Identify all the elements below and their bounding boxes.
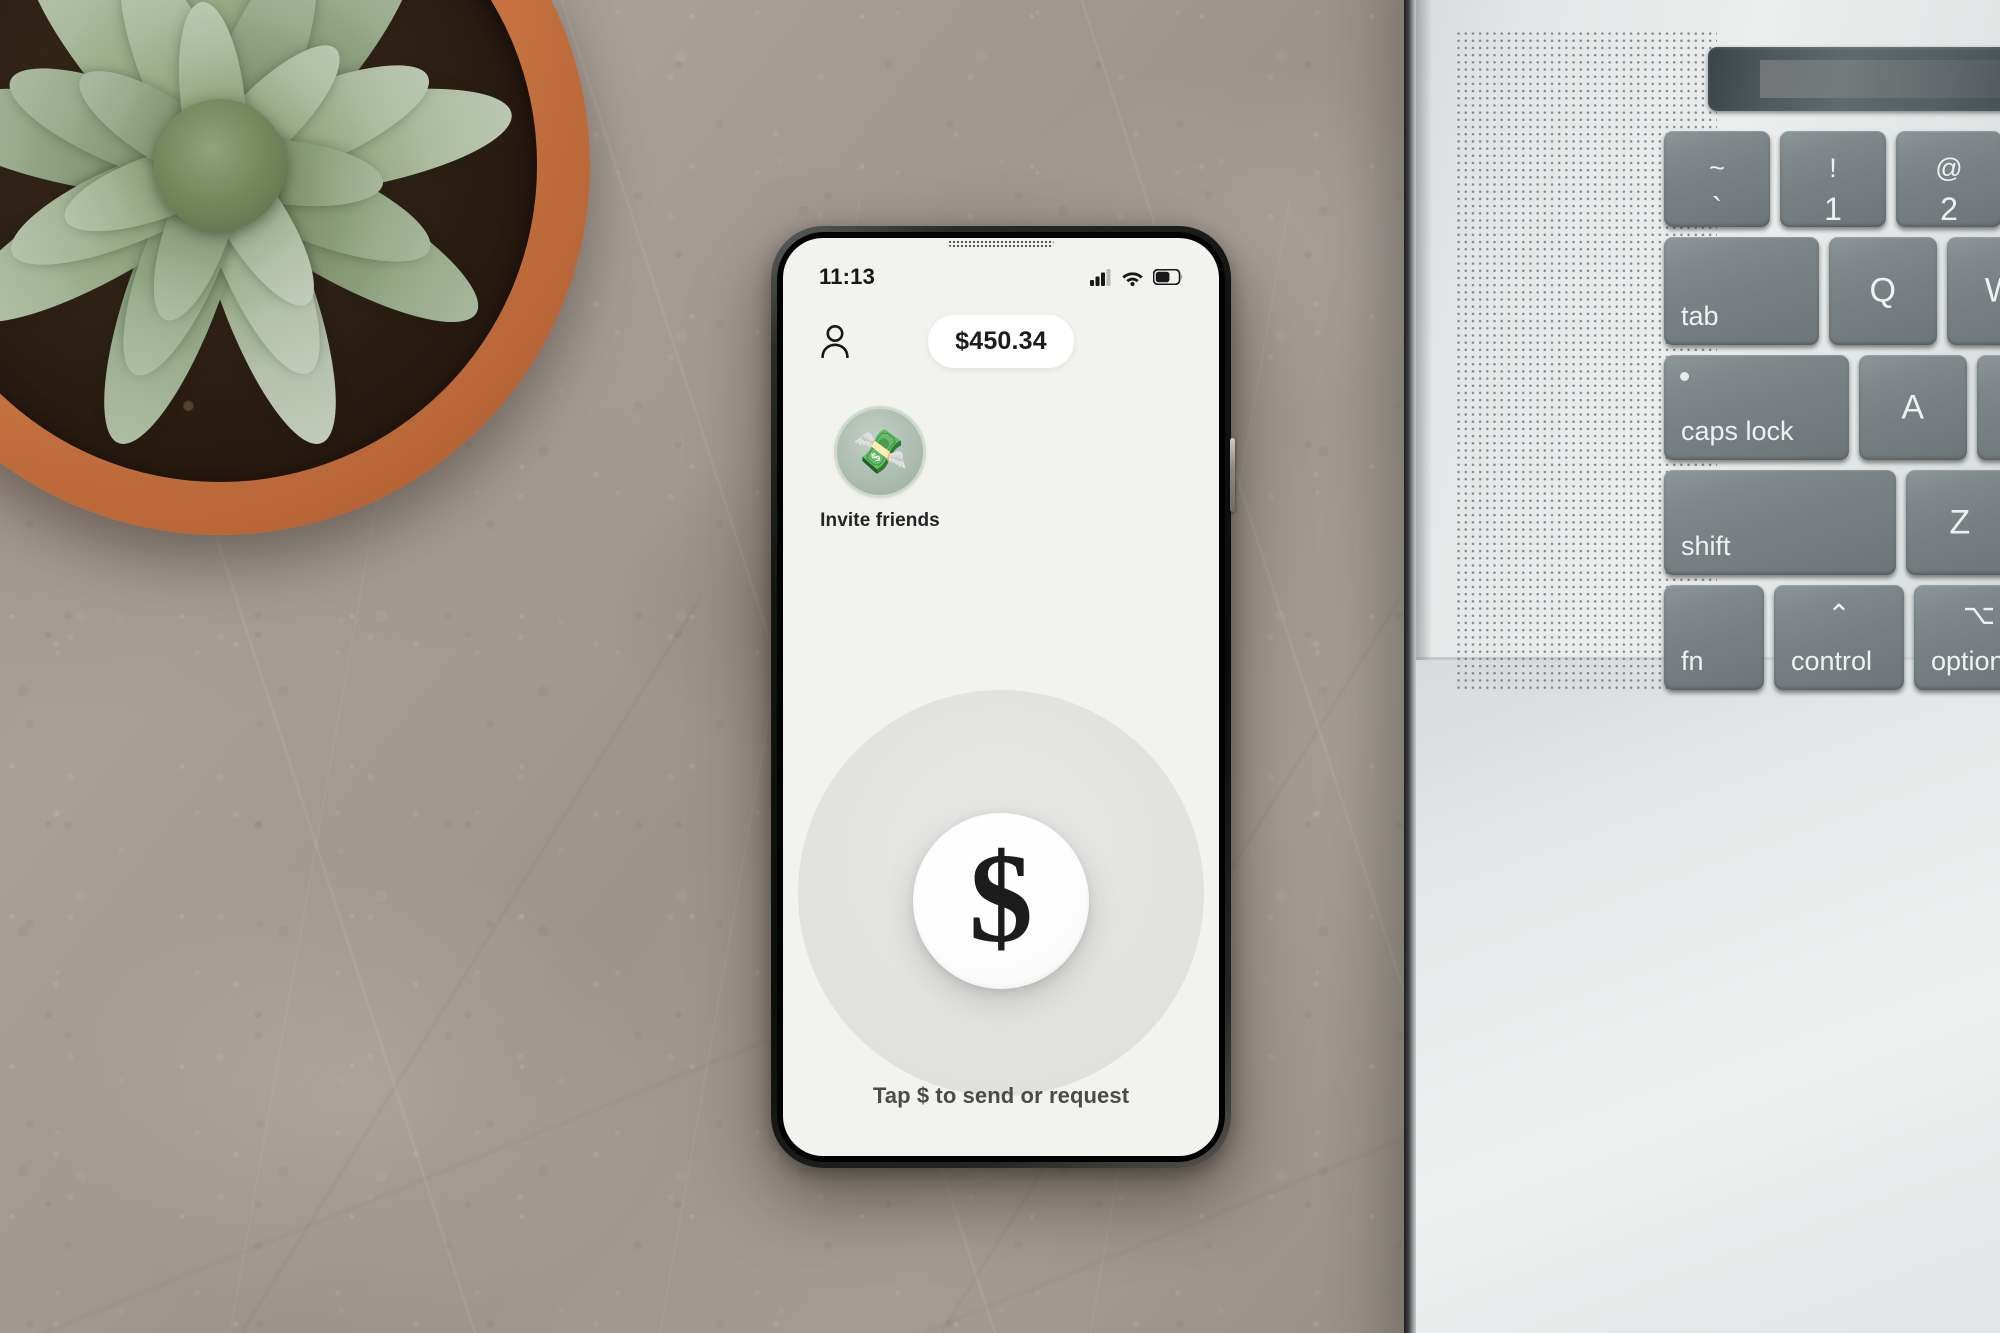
caps-lock-key-legend: caps lock [1681, 416, 1794, 446]
s-key[interactable]: S [1977, 355, 2000, 460]
tab-key-legend: tab [1681, 301, 1719, 331]
dollar-sign-glyph: $ [969, 827, 1033, 970]
caps-lock-indicator [1680, 372, 1689, 381]
option-key-legend: option [1931, 646, 2000, 676]
shift-key[interactable]: shift [1664, 470, 1896, 575]
laptop-deck-lower [1416, 660, 2000, 1333]
q-key[interactable]: Q [1829, 237, 1937, 345]
status-bar: 11:13 [783, 260, 1219, 294]
person-icon[interactable] [819, 324, 851, 358]
action-hint-text: Tap $ to send or request [872, 1083, 1130, 1108]
ripple-circle: $ [798, 690, 1204, 1096]
option-key[interactable]: ⌥ option [1914, 585, 2000, 690]
fn-key-legend: fn [1681, 646, 1704, 676]
invite-friends-label: Invite friends [820, 510, 940, 531]
option-key-legend: ⌥ [1962, 598, 1996, 630]
earpiece-speaker [948, 240, 1054, 247]
succulent-plant [0, 0, 590, 535]
cellular-signal-icon [1090, 268, 1111, 286]
q-key-legend: Q [1869, 271, 1897, 310]
two-key-legend: 2 [1940, 190, 1958, 227]
shift-key-legend: shift [1681, 531, 1731, 561]
a-key-legend: A [1901, 388, 1925, 426]
status-icons-group [1090, 268, 1183, 286]
status-time: 11:13 [819, 264, 876, 289]
one-key-legend: 1 [1824, 190, 1842, 227]
z-key-legend: Z [1949, 503, 1971, 541]
two-key[interactable]: @2 [1896, 131, 2000, 227]
phone-screen: 11:13 $450.34 💸 Invite friends $ Tap $ t… [783, 238, 1219, 1156]
w-key[interactable]: W [1947, 237, 2000, 345]
power-button[interactable] [1230, 438, 1235, 512]
z-key[interactable]: Z [1906, 470, 2000, 575]
battery-icon [1153, 269, 1183, 285]
wifi-icon [1122, 271, 1143, 286]
succulent-center-rosette [154, 99, 286, 231]
invite-emoji: 💸 [850, 424, 910, 479]
tilde-key-legend: ` [1711, 190, 1723, 227]
balance-pill[interactable]: $450.34 [928, 314, 1074, 368]
tilde-key[interactable]: ~ ` [1664, 131, 1770, 227]
smartphone: 11:13 $450.34 💸 Invite friends $ Tap $ t… [771, 226, 1235, 1168]
control-key-legend: ⌃ [1827, 598, 1851, 630]
laptop-edge [1404, 0, 1416, 1333]
tilde-key-legend: ~ [1709, 153, 1725, 184]
one-key[interactable]: ! 1 [1780, 131, 1886, 227]
dollar-button[interactable]: $ [913, 813, 1089, 990]
control-key[interactable]: ⌃ control [1774, 585, 1904, 690]
invite-friends-button[interactable]: 💸 Invite friends [817, 406, 943, 532]
fn-key[interactable]: fn [1664, 585, 1764, 690]
two-key-legend: @ [1935, 153, 1963, 184]
control-key-legend: control [1791, 646, 1873, 676]
tab-key[interactable]: tab [1664, 237, 1819, 345]
app-header: $450.34 [783, 312, 1219, 370]
caps-lock-key[interactable]: caps lock [1664, 355, 1849, 460]
money-with-wings-icon: 💸 [834, 406, 926, 498]
a-key[interactable]: A [1859, 355, 1967, 460]
one-key-legend: ! [1829, 153, 1837, 184]
w-key-legend: W [1985, 272, 2000, 311]
touch-bar[interactable] [1708, 47, 2000, 111]
